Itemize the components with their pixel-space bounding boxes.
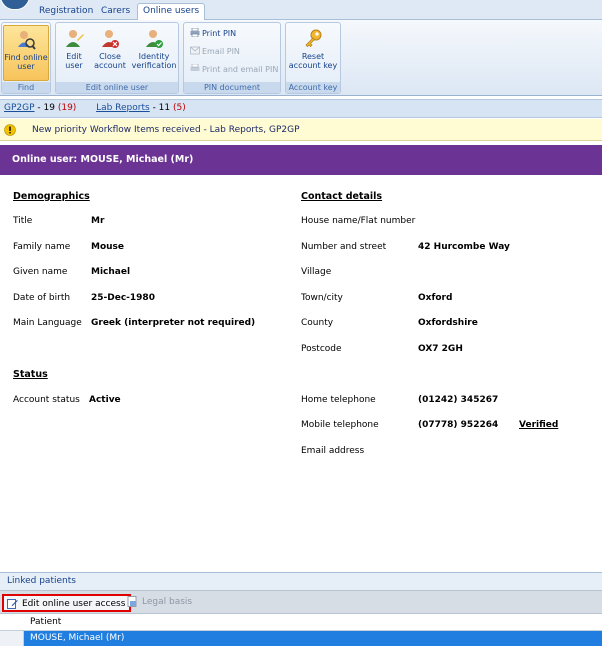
date-of-birth-label: Date of birth bbox=[13, 293, 71, 303]
print-and-email-pin-button[interactable]: Print and email PIN bbox=[190, 64, 278, 75]
reset-account-key-label-2: account key bbox=[288, 61, 338, 70]
tab-online-users[interactable]: Online users bbox=[137, 3, 206, 20]
number-and-street-value: 42 Hurcombe Way bbox=[418, 242, 510, 252]
given-name-label: Given name bbox=[13, 267, 68, 277]
legal-basis-label: Legal basis bbox=[142, 597, 193, 607]
lab-reports-new-count: (5) bbox=[173, 103, 186, 113]
title-value: Mr bbox=[91, 216, 105, 226]
tab-carers[interactable]: Carers bbox=[96, 4, 135, 20]
edit-user-label-1: Edit bbox=[66, 52, 82, 61]
close-account-button[interactable]: Close account bbox=[92, 25, 128, 70]
ribbon-group-edit-online-user: Edit user Close account Identity verific… bbox=[55, 22, 179, 94]
identity-verification-label-2: verification bbox=[131, 61, 177, 70]
workflow-bar: GP2GP - 19 (19) Lab Reports - 11 (5) bbox=[0, 99, 602, 118]
close-account-icon bbox=[102, 30, 119, 48]
alert-text: New priority Workflow Items received - L… bbox=[32, 125, 300, 135]
home-telephone-value: (01242) 345267 bbox=[418, 395, 499, 405]
group-label-edit-online-user: Edit online user bbox=[56, 82, 178, 93]
close-account-label-2: account bbox=[94, 61, 126, 70]
key-icon bbox=[305, 29, 322, 48]
edit-user-label-2: user bbox=[65, 61, 83, 70]
patient-column-label: Patient bbox=[30, 617, 62, 627]
demographics-heading: Demographics bbox=[13, 191, 90, 202]
identity-verification-icon bbox=[146, 30, 163, 48]
priority-alert-bar[interactable]: New priority Workflow Items received - L… bbox=[0, 119, 602, 141]
linked-patient-row[interactable]: MOUSE, Michael (Mr) bbox=[24, 631, 602, 646]
edit-user-icon bbox=[66, 30, 84, 47]
legal-basis-button[interactable]: Legal basis bbox=[124, 594, 196, 612]
town-city-label: Town/city bbox=[301, 293, 343, 303]
print-pin-button[interactable]: Print PIN bbox=[190, 28, 236, 39]
printer-icon bbox=[190, 28, 200, 37]
main-language-value: Greek (interpreter not required) bbox=[91, 318, 256, 328]
postcode-value: OX7 2GH bbox=[418, 344, 463, 354]
lab-reports-count: - 11 bbox=[149, 103, 173, 113]
postcode-label: Postcode bbox=[301, 344, 342, 354]
edit-user-button[interactable]: Edit user bbox=[60, 25, 88, 70]
given-name-value: Michael bbox=[91, 267, 131, 277]
ribbon-group-pin-document: Print PIN Email PIN Print and email PIN … bbox=[183, 22, 281, 94]
find-online-user-label-2: user bbox=[17, 62, 35, 71]
gp2gp-link[interactable]: GP2GP bbox=[4, 103, 35, 113]
date-of-birth-value: 25-Dec-1980 bbox=[91, 293, 155, 303]
print-and-email-pin-label: Print and email PIN bbox=[202, 65, 279, 74]
legal-basis-icon bbox=[127, 596, 137, 607]
ribbon: Find online user Find Edit user Close ac… bbox=[0, 20, 602, 96]
warning-icon bbox=[4, 124, 16, 136]
ribbon-tab-bar: Registration Carers Online users bbox=[0, 0, 602, 20]
village-label: Village bbox=[301, 267, 332, 277]
main-language-label: Main Language bbox=[13, 318, 82, 328]
contact-details-heading: Contact details bbox=[301, 191, 383, 202]
ribbon-group-find: Find online user Find bbox=[1, 22, 51, 94]
family-name-value: Mouse bbox=[91, 242, 125, 252]
find-online-user-label-1: Find online bbox=[4, 53, 48, 62]
family-name-label: Family name bbox=[13, 242, 71, 252]
status-heading: Status bbox=[13, 369, 48, 380]
group-label-pin-document: PIN document bbox=[184, 82, 280, 93]
edit-access-icon bbox=[7, 599, 18, 609]
home-telephone-label: Home telephone bbox=[301, 395, 376, 405]
gp2gp-count: - 19 bbox=[34, 103, 58, 113]
tab-registration[interactable]: Registration bbox=[34, 4, 98, 20]
find-user-icon bbox=[18, 31, 36, 50]
account-status-label: Account status bbox=[13, 395, 80, 405]
edit-online-user-access-button[interactable]: Edit online user access bbox=[2, 594, 132, 612]
number-and-street-label: Number and street bbox=[301, 242, 387, 252]
identity-verification-button[interactable]: Identity verification bbox=[131, 25, 177, 70]
reset-account-key-label-1: Reset bbox=[301, 52, 325, 61]
group-label-account-key: Account key bbox=[286, 82, 340, 93]
linked-patients-header: Linked patients bbox=[0, 572, 602, 590]
print-email-icon bbox=[190, 64, 200, 71]
application-menu-button[interactable] bbox=[0, 0, 30, 10]
gp2gp-new-count: (19) bbox=[57, 103, 77, 113]
title-label: Title bbox=[13, 216, 33, 226]
email-icon bbox=[190, 46, 200, 55]
edit-online-user-access-label: Edit online user access bbox=[22, 599, 126, 609]
mobile-telephone-label: Mobile telephone bbox=[301, 420, 379, 430]
email-address-label: Email address bbox=[301, 446, 365, 456]
close-account-label-1: Close bbox=[99, 52, 121, 61]
print-pin-label: Print PIN bbox=[202, 29, 237, 38]
linked-patients-toolbar: Edit online user access Legal basis bbox=[0, 590, 602, 614]
ribbon-group-account-key: Reset account key Account key bbox=[285, 22, 341, 94]
email-pin-label: Email PIN bbox=[202, 47, 240, 56]
county-value: Oxfordshire bbox=[418, 318, 478, 328]
identity-verification-label-1: Identity bbox=[138, 52, 170, 61]
town-city-value: Oxford bbox=[418, 293, 453, 303]
group-label-find: Find bbox=[2, 82, 50, 93]
patient-column-header[interactable]: Patient bbox=[0, 614, 602, 631]
county-label: County bbox=[301, 318, 334, 328]
online-user-header: Online user: MOUSE, Michael (Mr) bbox=[0, 145, 602, 175]
email-pin-button[interactable]: Email PIN bbox=[190, 46, 240, 57]
reset-account-key-button[interactable]: Reset account key bbox=[288, 25, 338, 70]
mobile-telephone-value: (07778) 952264 bbox=[418, 420, 499, 430]
lab-reports-link[interactable]: Lab Reports bbox=[96, 103, 150, 113]
house-name-label: House name/Flat number bbox=[301, 216, 416, 226]
account-status-value: Active bbox=[89, 395, 121, 405]
find-online-user-button[interactable]: Find online user bbox=[3, 25, 49, 81]
mobile-verified-badge: Verified bbox=[519, 420, 559, 430]
